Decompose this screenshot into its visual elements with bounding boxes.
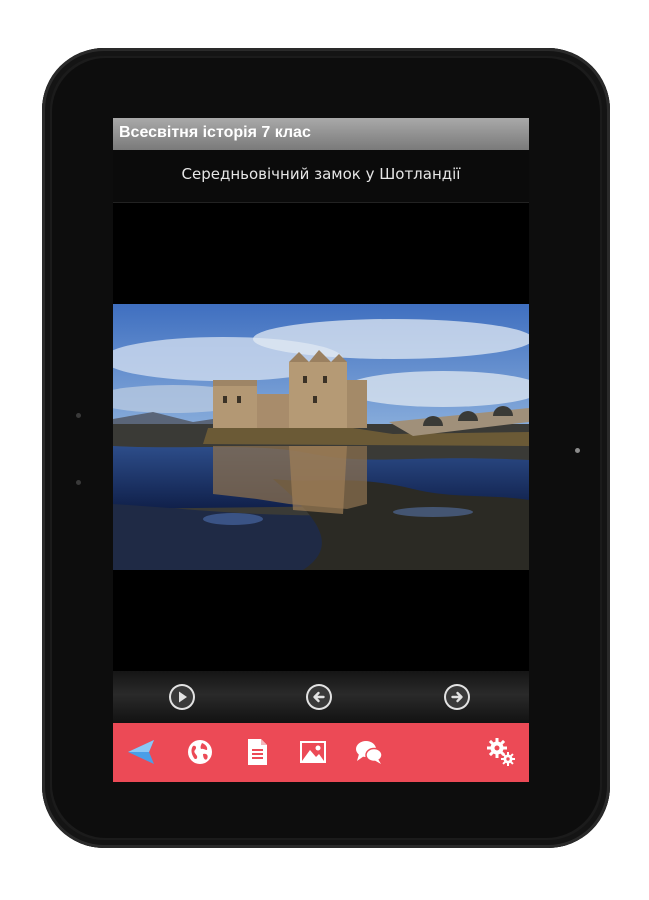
playback-controls (113, 671, 529, 723)
app-title: Всесвітня історія 7 клас (119, 124, 311, 141)
sensor-dot (76, 480, 81, 485)
bottom-toolbar (113, 723, 529, 782)
image-caption: Середньовічний замок у Шотландії (181, 165, 461, 183)
chat-button[interactable] (353, 736, 385, 768)
app-title-bar: Всесвітня історія 7 клас (113, 118, 529, 150)
back-button[interactable] (125, 736, 157, 768)
camera-dot (575, 448, 580, 453)
castle-photo (113, 304, 529, 570)
chat-icon (356, 741, 383, 764)
settings-button[interactable] (485, 736, 517, 768)
app-screen: Всесвітня історія 7 клас Середньовічний … (113, 118, 529, 782)
arrow-left-icon (308, 686, 330, 708)
play-icon (171, 686, 193, 708)
image-caption-bar: Середньовічний замок у Шотландії (113, 150, 529, 203)
document-button[interactable] (241, 736, 273, 768)
settings-icon (487, 738, 515, 766)
play-button[interactable] (169, 684, 195, 710)
sensor-dot (76, 413, 81, 418)
image-icon (300, 741, 326, 763)
globe-icon (188, 740, 212, 764)
document-icon (248, 739, 267, 765)
previous-button[interactable] (306, 684, 332, 710)
arrow-right-icon (446, 686, 468, 708)
globe-button[interactable] (184, 736, 216, 768)
gallery-button[interactable] (297, 736, 329, 768)
back-icon (128, 740, 154, 764)
next-button[interactable] (444, 684, 470, 710)
